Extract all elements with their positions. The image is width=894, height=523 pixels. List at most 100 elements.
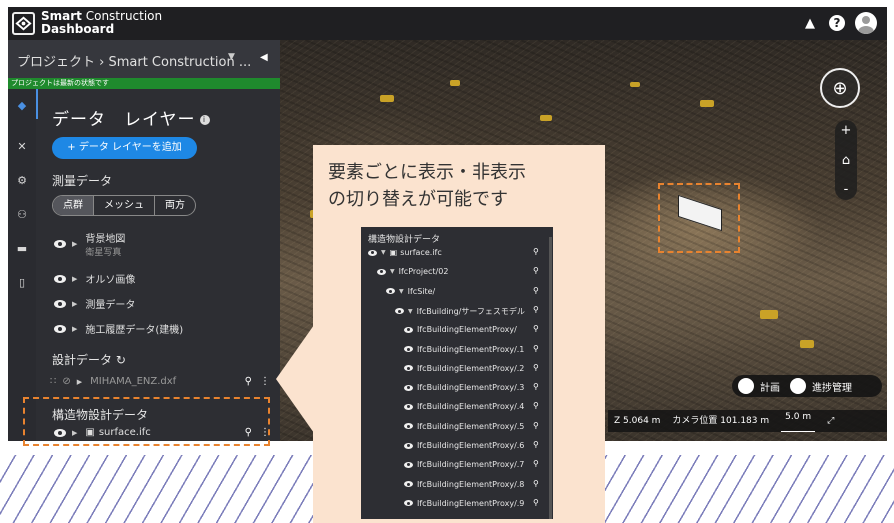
device-icon[interactable]: ▯ bbox=[8, 271, 36, 293]
plan-toggle-label: 計画 bbox=[760, 382, 780, 394]
segment-mesh[interactable]: メッシュ bbox=[94, 196, 155, 215]
eye-icon[interactable] bbox=[404, 384, 413, 391]
chevron-down-icon[interactable]: ▼ bbox=[381, 249, 386, 256]
zoom-to-icon[interactable]: ⚲ bbox=[533, 401, 539, 410]
chevron-down-icon[interactable]: ▼ bbox=[390, 268, 395, 275]
machine-marker bbox=[630, 82, 640, 87]
eye-icon[interactable] bbox=[404, 365, 413, 372]
top-bar: Smart Construction Dashboard ▲ ? bbox=[8, 7, 887, 40]
zoom-to-icon[interactable]: ⚲ bbox=[533, 363, 539, 372]
zoom-to-icon[interactable]: ⚲ bbox=[533, 344, 539, 353]
zoom-out-icon[interactable]: - bbox=[844, 182, 849, 197]
eye-icon[interactable] bbox=[404, 326, 413, 333]
tree-row[interactable]: IfcBuildingElementProxy/.7 bbox=[404, 460, 524, 469]
help-icon[interactable]: ? bbox=[829, 15, 845, 31]
eye-icon[interactable] bbox=[386, 288, 395, 295]
chevron-right-icon[interactable]: ▶ bbox=[77, 378, 82, 386]
eye-icon[interactable] bbox=[368, 249, 377, 256]
progress-toggle[interactable] bbox=[790, 378, 806, 394]
tree-row[interactable]: IfcBuildingElementProxy/.9 bbox=[404, 499, 524, 508]
info-icon[interactable]: i bbox=[199, 115, 210, 125]
eye-icon[interactable] bbox=[377, 268, 386, 275]
home-icon[interactable]: ⌂ bbox=[842, 153, 850, 168]
tree-row[interactable]: IfcBuildingElementProxy/ bbox=[404, 325, 517, 334]
tree-row[interactable]: IfcBuildingElementProxy/.6 bbox=[404, 441, 524, 450]
zoom-to-icon[interactable]: ⚲ bbox=[533, 498, 539, 507]
gear-icon[interactable]: ⚙ bbox=[8, 169, 36, 191]
tools-icon[interactable]: ✕ bbox=[8, 135, 36, 157]
eye-icon[interactable] bbox=[395, 308, 404, 315]
zoom-to-icon[interactable]: ⚲ bbox=[533, 286, 539, 295]
eye-icon[interactable] bbox=[404, 481, 413, 488]
machine-icon[interactable]: ⚇ bbox=[8, 203, 36, 225]
drag-handle-icon[interactable]: ∷ bbox=[50, 376, 56, 387]
survey-data-label: 測量データ bbox=[52, 174, 113, 188]
side-rail: ◆ ✕ ⚙ ⚇ ▬ ▯ bbox=[8, 89, 36, 441]
segment-pointcloud[interactable]: 点群 bbox=[53, 196, 94, 215]
segment-both[interactable]: 両方 bbox=[155, 196, 195, 215]
zoom-to-icon[interactable]: ⚲ bbox=[533, 266, 539, 275]
tree-row[interactable]: ▼ IfcProject/02 bbox=[377, 267, 448, 276]
zoom-to-icon[interactable]: ⚲ bbox=[533, 479, 539, 488]
breadcrumb[interactable]: プロジェクト › Smart Construction ... bbox=[17, 51, 251, 70]
chevron-right-icon[interactable]: ▶ bbox=[72, 325, 77, 333]
chevron-down-icon[interactable]: ▼ bbox=[228, 52, 235, 62]
zoom-to-icon[interactable]: ⚲ bbox=[245, 376, 252, 387]
scrollbar[interactable] bbox=[549, 237, 552, 519]
tree-row[interactable]: ▼ ▣ surface.ifc bbox=[368, 248, 442, 257]
zoom-to-icon[interactable]: ⚲ bbox=[533, 382, 539, 391]
layer-row-basemap[interactable]: ▶ 背景地図 衛星写真 bbox=[54, 230, 125, 258]
plan-toggle[interactable] bbox=[738, 378, 754, 394]
scale-bar: 5.0 m bbox=[781, 410, 816, 432]
folder-icon[interactable]: ▬ bbox=[8, 237, 36, 259]
fullscreen-icon[interactable]: ⤢ bbox=[827, 410, 834, 432]
callout-text: 要素ごとに表示・非表示 の切り替えが可能です bbox=[328, 162, 526, 210]
chevron-down-icon[interactable]: ▼ bbox=[399, 288, 404, 295]
eye-icon[interactable] bbox=[404, 423, 413, 430]
eye-icon[interactable] bbox=[54, 299, 66, 308]
compass-icon[interactable]: ⊕ bbox=[820, 68, 860, 108]
eye-icon[interactable] bbox=[404, 403, 413, 410]
tree-row[interactable]: ▼ IfcSite/ bbox=[386, 287, 435, 296]
tree-row[interactable]: IfcBuildingElementProxy/.1 bbox=[404, 345, 524, 354]
eye-icon[interactable] bbox=[54, 324, 66, 333]
zoom-to-icon[interactable]: ⚲ bbox=[533, 305, 539, 314]
eye-icon[interactable] bbox=[404, 442, 413, 449]
coordinate-bar: Z 5.064 m カメラ位置 101.183 m 5.0 m ⤢ bbox=[608, 410, 887, 432]
zoom-to-icon[interactable]: ⚲ bbox=[533, 459, 539, 468]
bell-icon[interactable]: ▲ bbox=[801, 14, 819, 32]
tree-row-label: IfcBuildingElementProxy/.9 bbox=[417, 498, 525, 508]
eye-off-icon[interactable]: ⊘ bbox=[62, 376, 70, 387]
zoom-to-icon[interactable]: ⚲ bbox=[533, 421, 539, 430]
collapse-panel-icon[interactable]: ◀ bbox=[260, 52, 268, 63]
layer-row-design-file[interactable]: ∷ ⊘ ▶ MIHAMA_ENZ.dxf bbox=[50, 376, 176, 387]
more-menu-icon[interactable]: ⋮ bbox=[260, 376, 270, 387]
chevron-right-icon[interactable]: ▶ bbox=[72, 275, 77, 283]
chevron-right-icon[interactable]: ▶ bbox=[72, 300, 77, 308]
tree-row[interactable]: IfcBuildingElementProxy/.4 bbox=[404, 402, 524, 411]
layer-row-history[interactable]: ▶ 施工履歴データ(建機) bbox=[54, 321, 183, 336]
tree-row[interactable]: IfcBuildingElementProxy/.2 bbox=[404, 364, 524, 373]
tree-row[interactable]: ▼ IfcBuilding/サーフェスモデル bbox=[395, 306, 525, 317]
machine-marker bbox=[760, 310, 778, 319]
eye-icon[interactable] bbox=[404, 346, 413, 352]
eye-icon[interactable] bbox=[54, 274, 66, 283]
eye-icon[interactable] bbox=[404, 500, 413, 507]
avatar[interactable] bbox=[855, 12, 877, 34]
chevron-down-icon[interactable]: ▼ bbox=[408, 308, 413, 315]
eye-icon[interactable] bbox=[404, 461, 413, 468]
zoom-to-icon[interactable]: ⚲ bbox=[533, 324, 539, 333]
zoom-in-icon[interactable]: + bbox=[841, 123, 852, 138]
chevron-right-icon[interactable]: ▶ bbox=[72, 240, 77, 248]
zoom-to-icon[interactable]: ⚲ bbox=[533, 247, 539, 256]
tree-row[interactable]: IfcBuildingElementProxy/.3 bbox=[404, 383, 524, 392]
eye-icon[interactable] bbox=[54, 240, 66, 248]
add-layer-button[interactable]: + データ レイヤーを追加 bbox=[52, 137, 197, 159]
refresh-icon[interactable]: ↻ bbox=[116, 353, 126, 367]
layers-icon[interactable]: ◆ bbox=[8, 94, 36, 116]
zoom-to-icon[interactable]: ⚲ bbox=[533, 440, 539, 449]
tree-row[interactable]: IfcBuildingElementProxy/.5 bbox=[404, 422, 524, 431]
tree-row[interactable]: IfcBuildingElementProxy/.8 bbox=[404, 480, 524, 489]
layer-row-ortho[interactable]: ▶ オルソ画像 bbox=[54, 271, 135, 286]
layer-row-survey[interactable]: ▶ 測量データ bbox=[54, 296, 135, 311]
